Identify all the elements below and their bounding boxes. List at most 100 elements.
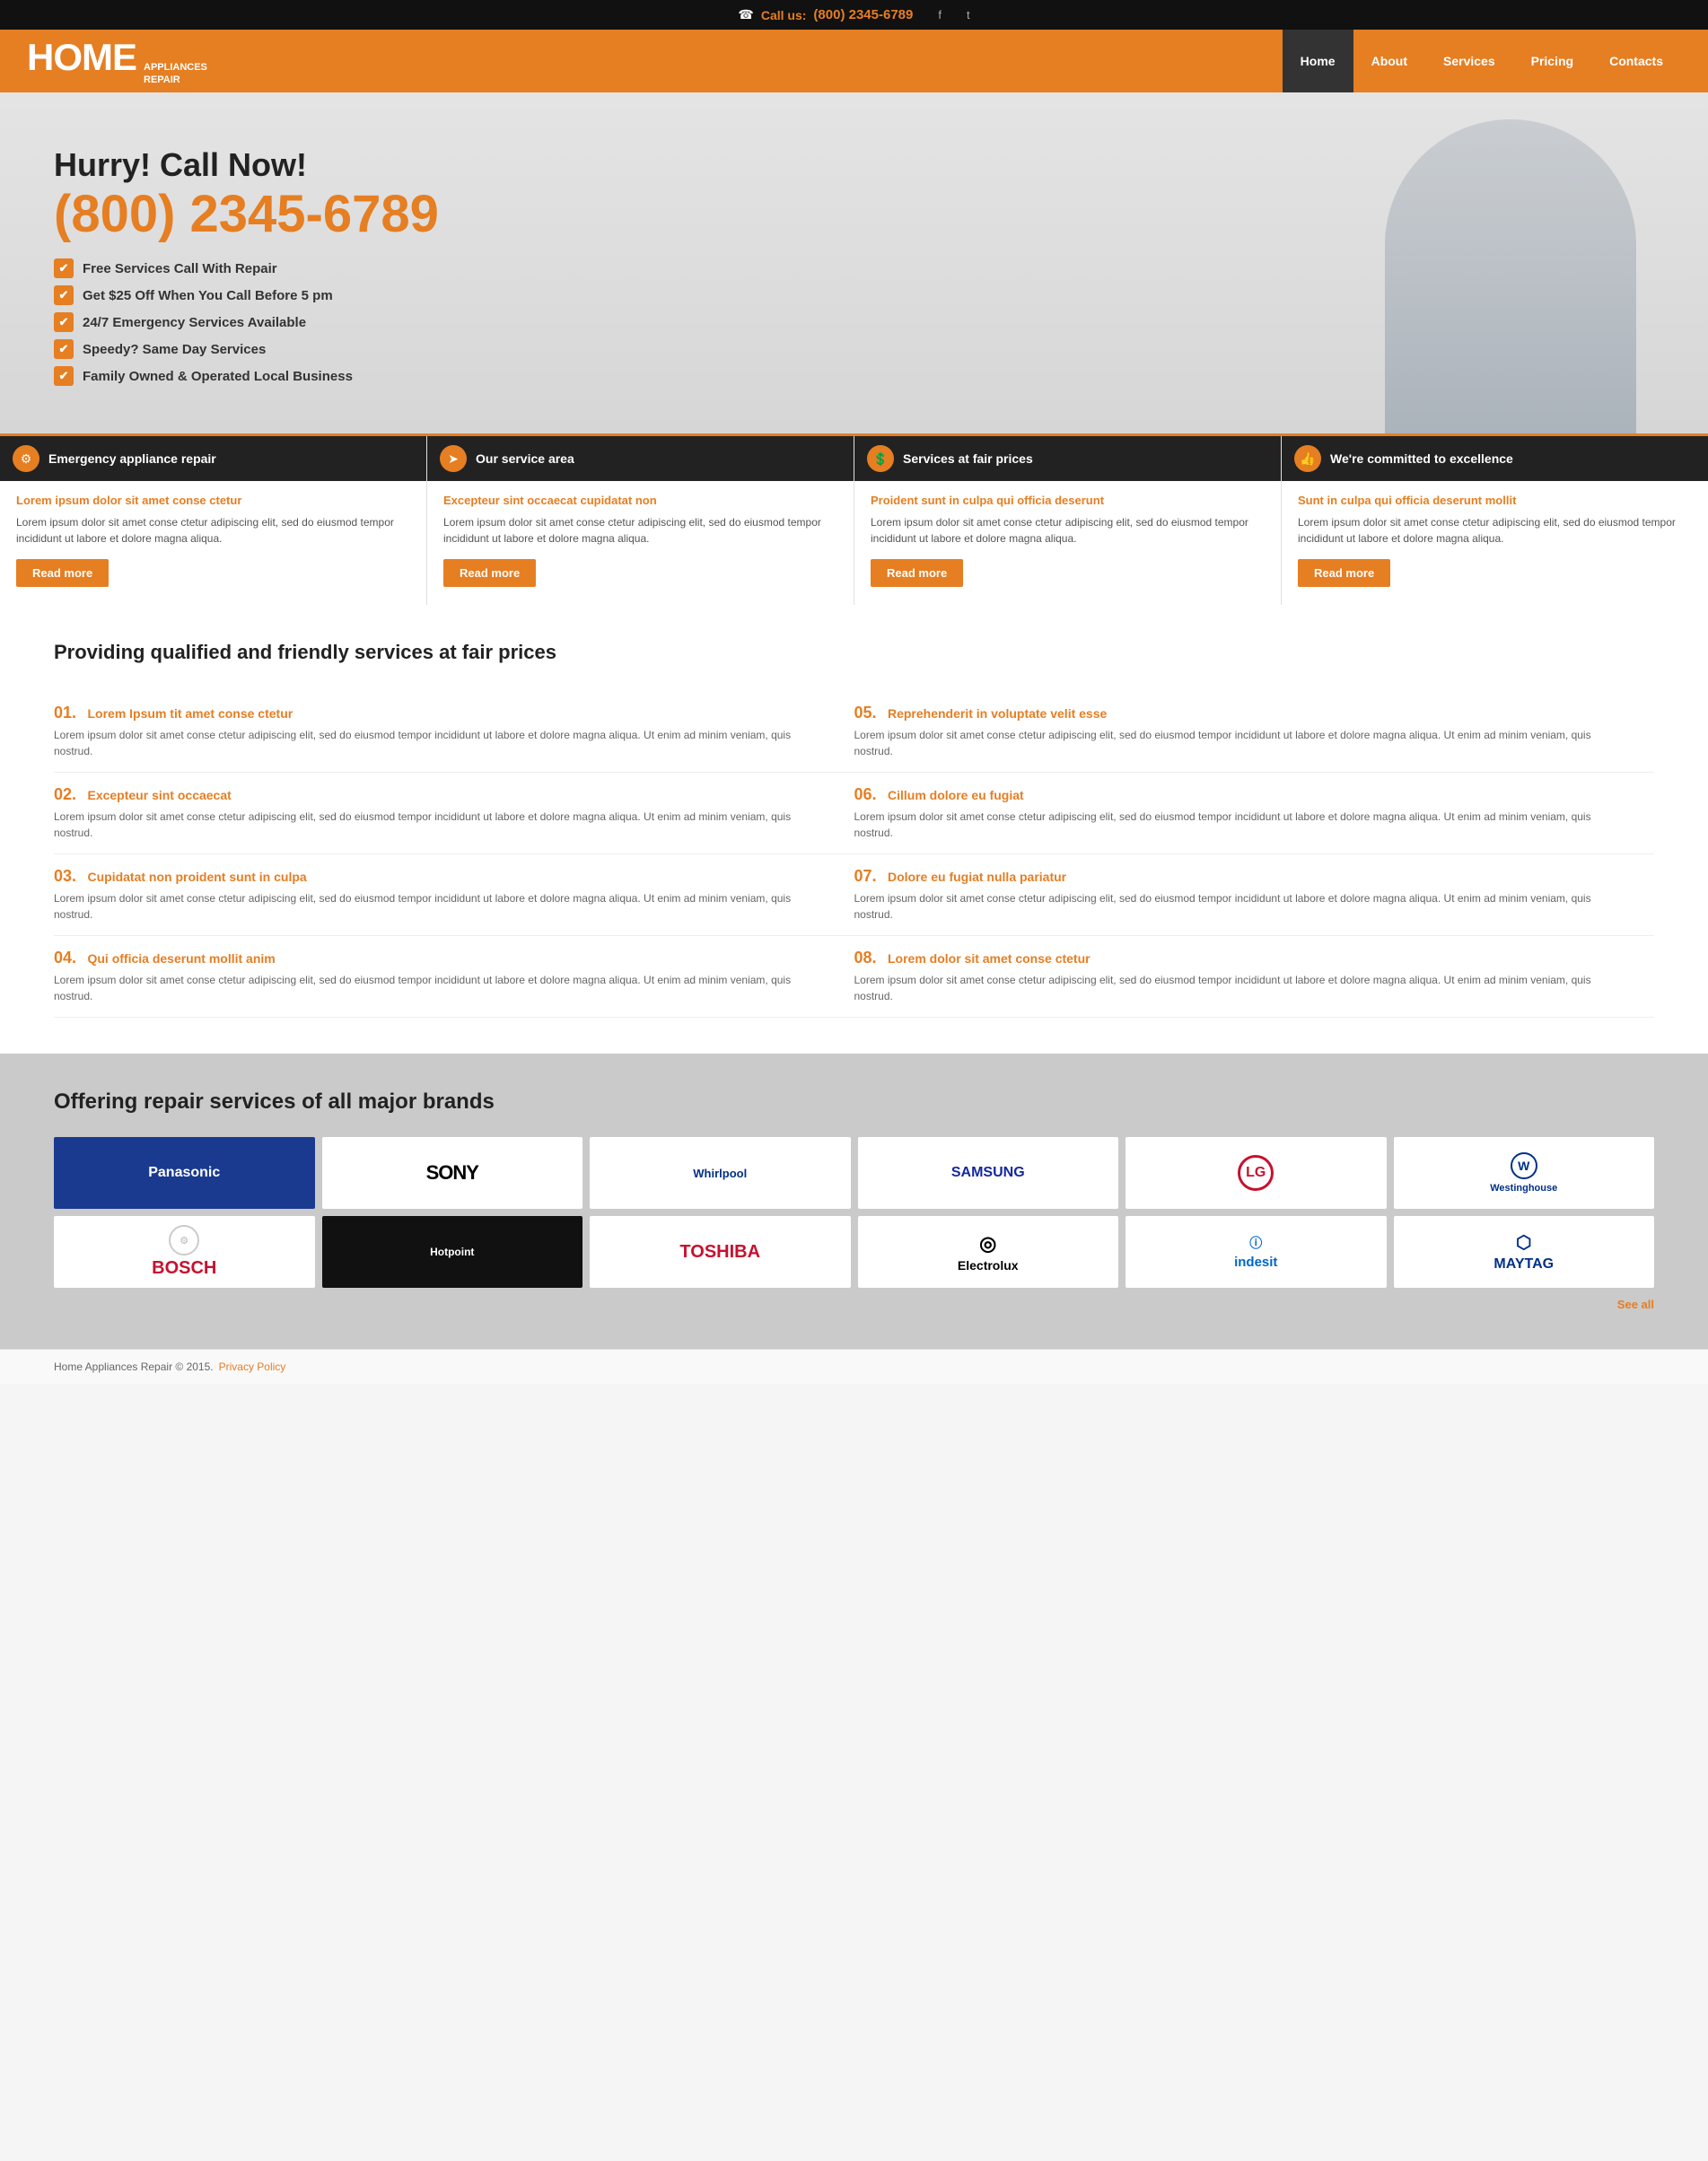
- service-title-1: Lorem Ipsum tit amet conse ctetur: [87, 706, 293, 721]
- feature-card-pricing: 💲 Services at fair prices Proident sunt …: [854, 436, 1282, 605]
- service-title-6: Cillum dolore eu fugiat: [888, 788, 1024, 802]
- checklist-item-3: 24/7 Emergency Services Available: [83, 315, 306, 330]
- feature-icon-1: ➤: [440, 445, 467, 472]
- service-desc-1: Lorem ipsum dolor sit amet conse ctetur …: [54, 727, 819, 759]
- check-icon: ✔: [54, 312, 74, 332]
- service-title-4: Qui officia deserunt mollit anim: [87, 951, 275, 966]
- service-desc-5: Lorem ipsum dolor sit amet conse ctetur …: [854, 727, 1619, 759]
- read-more-button-3[interactable]: Read more: [1298, 559, 1390, 587]
- brand-name-indesit: indesit: [1234, 1255, 1277, 1270]
- checklist-item-1: Free Services Call With Repair: [83, 261, 277, 276]
- feature-card-emergency: ⚙ Emergency appliance repair Lorem ipsum…: [0, 436, 427, 605]
- service-title-8: Lorem dolor sit amet conse ctetur: [888, 951, 1090, 966]
- feature-subtitle-2: Proident sunt in culpa qui officia deser…: [871, 494, 1265, 507]
- brands-heading: Offering repair services of all major br…: [54, 1089, 1654, 1115]
- services-heading: Providing qualified and friendly service…: [54, 641, 1654, 664]
- nav-services[interactable]: Services: [1425, 30, 1513, 92]
- feature-header-0: ⚙ Emergency appliance repair: [0, 436, 426, 481]
- privacy-policy-link[interactable]: Privacy Policy: [219, 1360, 286, 1373]
- read-more-button-2[interactable]: Read more: [871, 559, 963, 587]
- brand-electrolux: ◎ Electrolux: [858, 1216, 1119, 1288]
- service-desc-4: Lorem ipsum dolor sit amet conse ctetur …: [54, 972, 819, 1004]
- brand-name-westinghouse: Westinghouse: [1490, 1183, 1557, 1194]
- feature-subtitle-0: Lorem ipsum dolor sit amet conse ctetur: [16, 494, 410, 507]
- service-title-7: Dolore eu fugiat nulla pariatur: [888, 870, 1066, 884]
- feature-header-3: 👍 We're committed to excellence: [1282, 436, 1708, 481]
- services-section: Providing qualified and friendly service…: [0, 605, 1708, 1054]
- check-icon: ✔: [54, 285, 74, 305]
- feature-body-0: Lorem ipsum dolor sit amet conse ctetur …: [16, 514, 410, 547]
- nav-pricing[interactable]: Pricing: [1513, 30, 1591, 92]
- top-phone-number: (800) 2345-6789: [813, 7, 913, 22]
- brand-westinghouse: W Westinghouse: [1394, 1137, 1655, 1209]
- brand-bosch: ⚙ BOSCH: [54, 1216, 315, 1288]
- service-item-5: 05. Reprehenderit in voluptate velit ess…: [854, 691, 1655, 773]
- check-icon: ✔: [54, 258, 74, 278]
- read-more-button-0[interactable]: Read more: [16, 559, 109, 587]
- service-item-8: 08. Lorem dolor sit amet conse ctetur Lo…: [854, 936, 1655, 1018]
- brand-lg: LG: [1126, 1137, 1387, 1209]
- service-item-4: 04. Qui officia deserunt mollit anim Lor…: [54, 936, 854, 1018]
- nav-about[interactable]: About: [1353, 30, 1425, 92]
- feature-strip: ⚙ Emergency appliance repair Lorem ipsum…: [0, 433, 1708, 605]
- list-item: ✔ Speedy? Same Day Services: [54, 339, 439, 359]
- top-bar: ☎ Call us: (800) 2345-6789 f t: [0, 0, 1708, 30]
- brand-name-whirlpool: Whirlpool: [693, 1167, 747, 1180]
- social-tw[interactable]: t: [967, 8, 970, 22]
- service-desc-6: Lorem ipsum dolor sit amet conse ctetur …: [854, 809, 1619, 841]
- site-header: HOME APPLIANCES REPAIR Home About Servic…: [0, 30, 1708, 92]
- service-item-7: 07. Dolore eu fugiat nulla pariatur Lore…: [854, 854, 1655, 936]
- technician-image: [1385, 119, 1636, 433]
- brand-name-panasonic: Panasonic: [148, 1165, 220, 1181]
- feature-icon-3: 👍: [1294, 445, 1321, 472]
- hero-phone: (800) 2345-6789: [54, 188, 439, 241]
- service-num-5: 05.: [854, 704, 877, 722]
- brand-indesit: ⓘ indesit: [1126, 1216, 1387, 1288]
- footer-text: Home Appliances Repair © 2015.: [54, 1360, 214, 1373]
- read-more-button-1[interactable]: Read more: [443, 559, 536, 587]
- service-num-6: 06.: [854, 785, 877, 803]
- service-num-7: 07.: [854, 867, 877, 885]
- check-icon: ✔: [54, 366, 74, 386]
- services-grid: 01. Lorem Ipsum tit amet conse ctetur Lo…: [54, 691, 1654, 1018]
- service-num-1: 01.: [54, 704, 76, 722]
- check-icon: ✔: [54, 339, 74, 359]
- list-item: ✔ 24/7 Emergency Services Available: [54, 312, 439, 332]
- social-fb[interactable]: f: [938, 8, 942, 22]
- nav-contacts[interactable]: Contacts: [1591, 30, 1681, 92]
- brand-panasonic: Panasonic: [54, 1137, 315, 1209]
- lg-logo: LG: [1238, 1155, 1274, 1191]
- site-footer: Home Appliances Repair © 2015. Privacy P…: [0, 1349, 1708, 1384]
- service-title-3: Cupidatat non proident sunt in culpa: [87, 870, 306, 884]
- feature-card-excellence: 👍 We're committed to excellence Sunt in …: [1282, 436, 1708, 605]
- service-desc-8: Lorem ipsum dolor sit amet conse ctetur …: [854, 972, 1619, 1004]
- feature-subtitle-3: Sunt in culpa qui officia deserunt molli…: [1298, 494, 1692, 507]
- feature-card-area: ➤ Our service area Excepteur sint occaec…: [427, 436, 854, 605]
- brand-sony: SONY: [322, 1137, 583, 1209]
- service-item-1: 01. Lorem Ipsum tit amet conse ctetur Lo…: [54, 691, 854, 773]
- brand-name-hotpoint: Hotpoint: [430, 1246, 474, 1258]
- brand-name-sony: SONY: [426, 1161, 478, 1185]
- brand-whirlpool: Whirlpool: [590, 1137, 851, 1209]
- see-all-link[interactable]: See all: [1617, 1298, 1654, 1311]
- brand-toshiba: TOSHIBA: [590, 1216, 851, 1288]
- service-num-3: 03.: [54, 867, 76, 885]
- see-all-area: See all: [54, 1297, 1654, 1313]
- checklist-item-4: Speedy? Same Day Services: [83, 342, 266, 357]
- brand-name-electrolux: Electrolux: [958, 1258, 1019, 1273]
- feature-icon-2: 💲: [867, 445, 894, 472]
- list-item: ✔ Free Services Call With Repair: [54, 258, 439, 278]
- service-item-6: 06. Cillum dolore eu fugiat Lorem ipsum …: [854, 773, 1655, 854]
- service-item-2: 02. Excepteur sint occaecat Lorem ipsum …: [54, 773, 854, 854]
- logo-subtitle: APPLIANCES REPAIR: [144, 61, 207, 87]
- service-title-2: Excepteur sint occaecat: [87, 788, 231, 802]
- feature-icon-0: ⚙: [13, 445, 39, 472]
- feature-title-3: We're committed to excellence: [1330, 451, 1513, 466]
- logo-home: HOME: [27, 36, 136, 79]
- brand-name-samsung: SAMSUNG: [951, 1165, 1025, 1181]
- nav-home[interactable]: Home: [1283, 30, 1353, 92]
- checklist-item-5: Family Owned & Operated Local Business: [83, 369, 353, 384]
- feature-header-2: 💲 Services at fair prices: [854, 436, 1281, 481]
- feature-body-3: Lorem ipsum dolor sit amet conse ctetur …: [1298, 514, 1692, 547]
- logo: HOME APPLIANCES REPAIR: [27, 36, 207, 87]
